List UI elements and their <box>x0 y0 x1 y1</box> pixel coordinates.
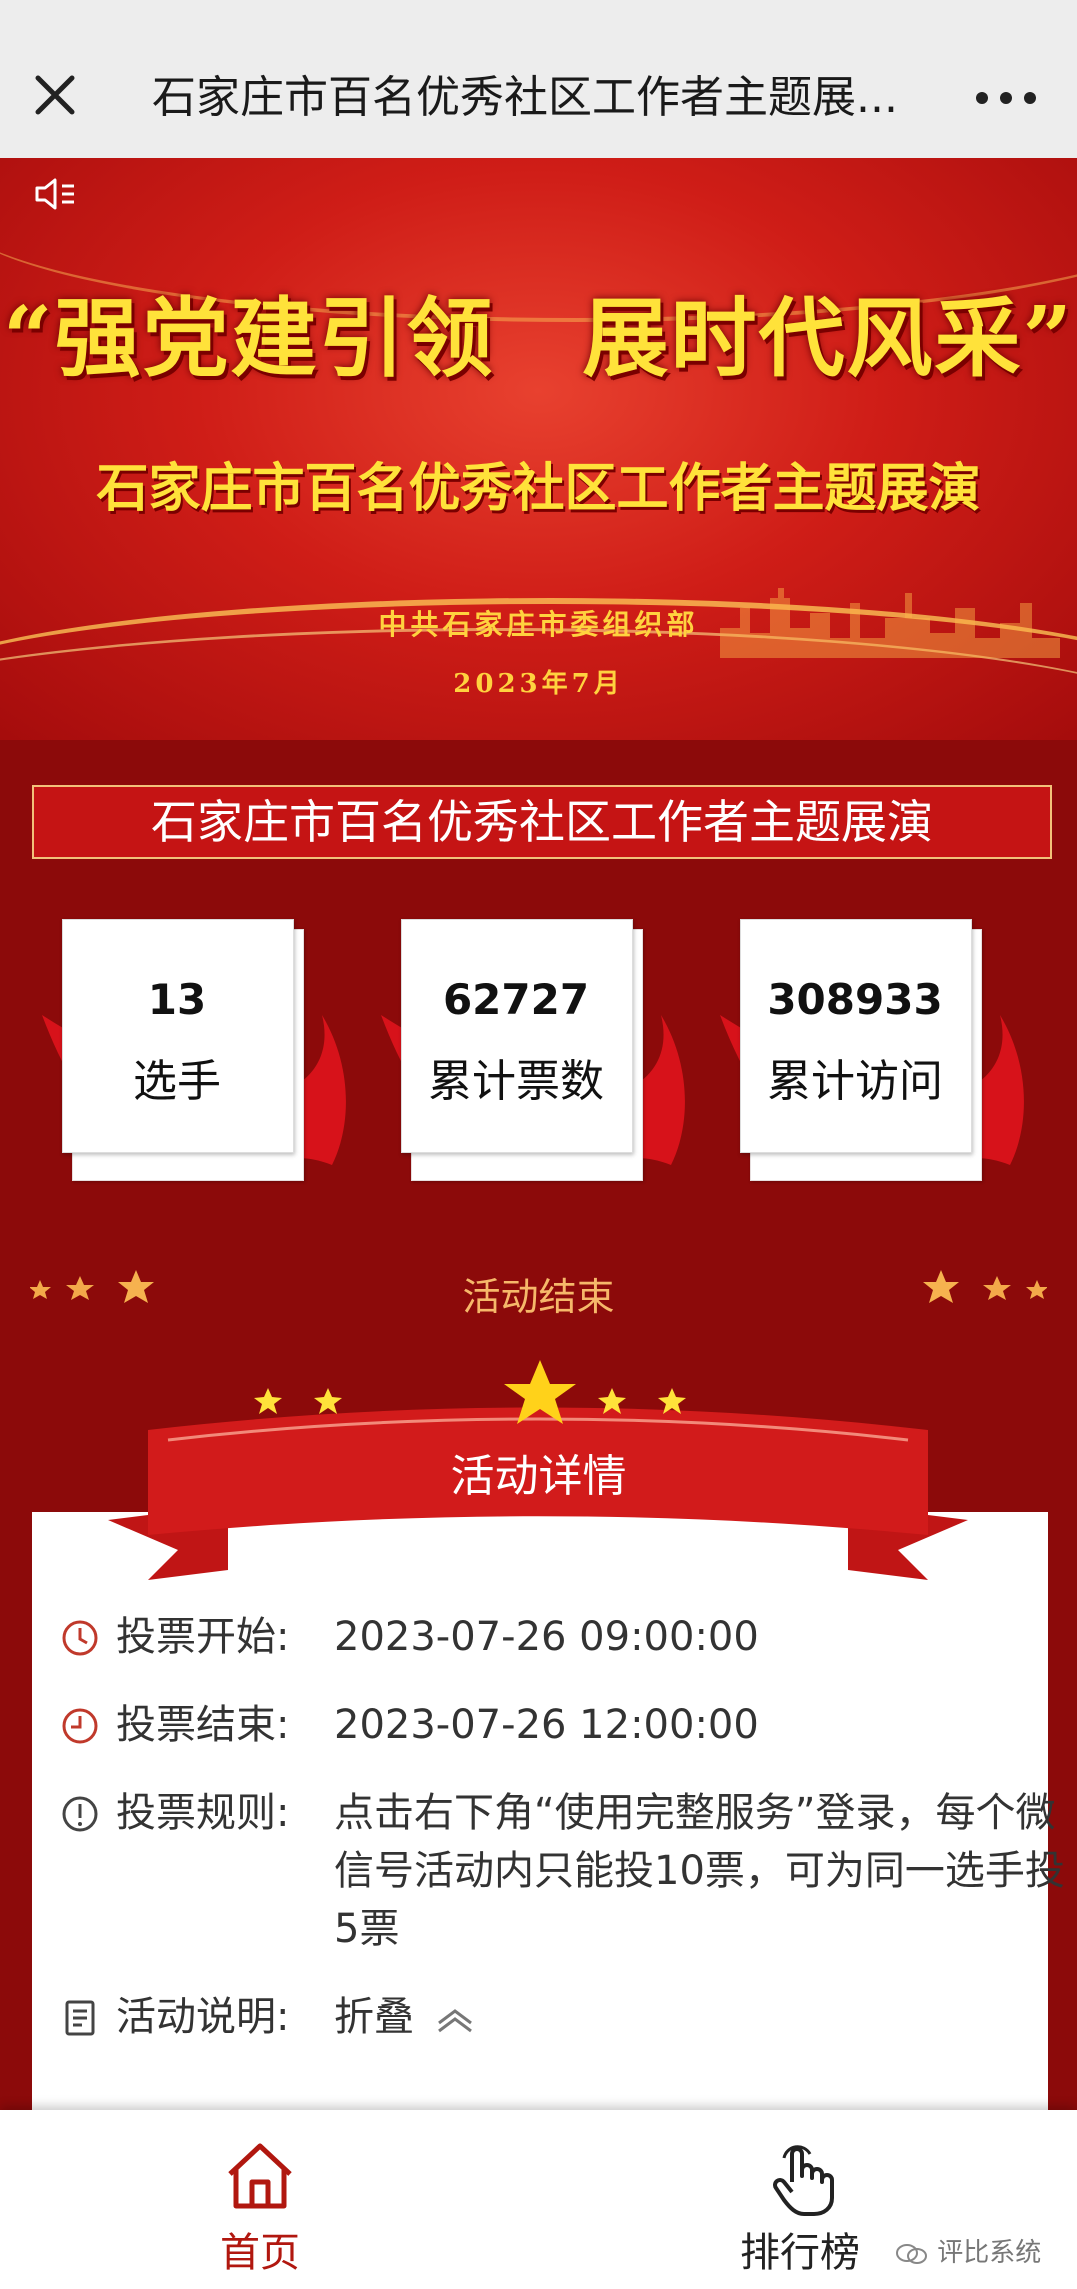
hand-pointer-icon <box>773 2145 834 2216</box>
stat-label: 累计票数 <box>428 1056 604 1107</box>
speaker-mute-icon[interactable] <box>34 176 78 212</box>
activity-status-row: 活动结束 <box>0 1262 1077 1322</box>
banner-date: 2023年7月 <box>453 669 624 699</box>
stat-card-votes: 62727 累计票数 <box>381 915 685 1181</box>
collapse-text: 折叠 <box>334 1994 414 2040</box>
vote-start-label: 投票开始: <box>116 1614 290 1660</box>
tab-ranking-label: 排行榜 <box>740 2230 860 2276</box>
banner-subtitle: 石家庄市百名优秀社区工作者主题展演 <box>96 459 981 519</box>
stat-label: 选手 <box>133 1056 221 1107</box>
card-paper <box>740 919 972 1153</box>
stat-card-visits: 308933 累计访问 <box>720 915 1024 1181</box>
collapse-toggle[interactable]: 折叠 <box>334 1988 1074 2046</box>
card-paper <box>401 919 633 1153</box>
stat-card-contestants: 13 选手 <box>42 915 346 1181</box>
top-nav-bar: 石家庄市百名优秀社区工作者主题展... <box>0 0 1077 158</box>
tab-ranking[interactable]: 排行榜 <box>700 2140 900 2280</box>
watermark: 评比系统 <box>895 2232 1041 2269</box>
clock-icon <box>62 1620 98 1656</box>
stat-value: 13 <box>147 975 207 1024</box>
page-title: 石家庄市百名优秀社区工作者主题展... <box>152 72 898 123</box>
vote-rules-value: 点击右下角“使用完整服务”登录，每个微信号活动内只能投10票，可为同一选手投5票 <box>334 1790 1065 1952</box>
bottom-tab-bar: 首页 排行榜 评比系统 <box>0 2110 1077 2289</box>
watermark-text: 评比系统 <box>937 2238 1042 2268</box>
vote-rules-label: 投票规则: <box>116 1790 290 1836</box>
close-icon[interactable] <box>30 70 80 120</box>
info-icon <box>62 1796 98 1832</box>
banner: “强党建引领 展时代风采” 石家庄市百名优秀社区工作者主题展演 中共石家庄市委组… <box>0 158 1077 740</box>
document-icon <box>65 2000 95 2036</box>
more-icon[interactable] <box>975 90 1037 104</box>
details-heading: 活动详情 <box>450 1451 627 1502</box>
activity-title: 石家庄市百名优秀社区工作者主题展演 <box>32 785 1052 859</box>
activity-status: 活动结束 <box>462 1275 615 1319</box>
banner-organizer: 中共石家庄市委组织部 <box>378 608 699 641</box>
vote-end-label: 投票结束: <box>116 1702 290 1748</box>
banner-slogan: “强党建引领 展时代风采” <box>3 288 1074 389</box>
clock-end-icon <box>62 1708 98 1744</box>
wechat-icon <box>896 2243 927 2264</box>
card-paper <box>62 919 294 1153</box>
tab-home-label: 首页 <box>220 2230 300 2276</box>
activity-description-label: 活动说明: <box>116 1994 290 2040</box>
stat-value: 62727 <box>442 975 590 1024</box>
chevron-up-icon <box>437 2009 472 2033</box>
stat-value: 308933 <box>767 975 943 1024</box>
home-icon <box>228 2143 292 2209</box>
tab-home[interactable]: 首页 <box>160 2138 360 2278</box>
vote-start-value: 2023-07-26 09:00:00 <box>334 1614 759 1660</box>
stars-decoration-right <box>923 1270 1047 1303</box>
stat-label: 累计访问 <box>767 1056 943 1107</box>
vote-end-value: 2023-07-26 12:00:00 <box>334 1702 759 1748</box>
